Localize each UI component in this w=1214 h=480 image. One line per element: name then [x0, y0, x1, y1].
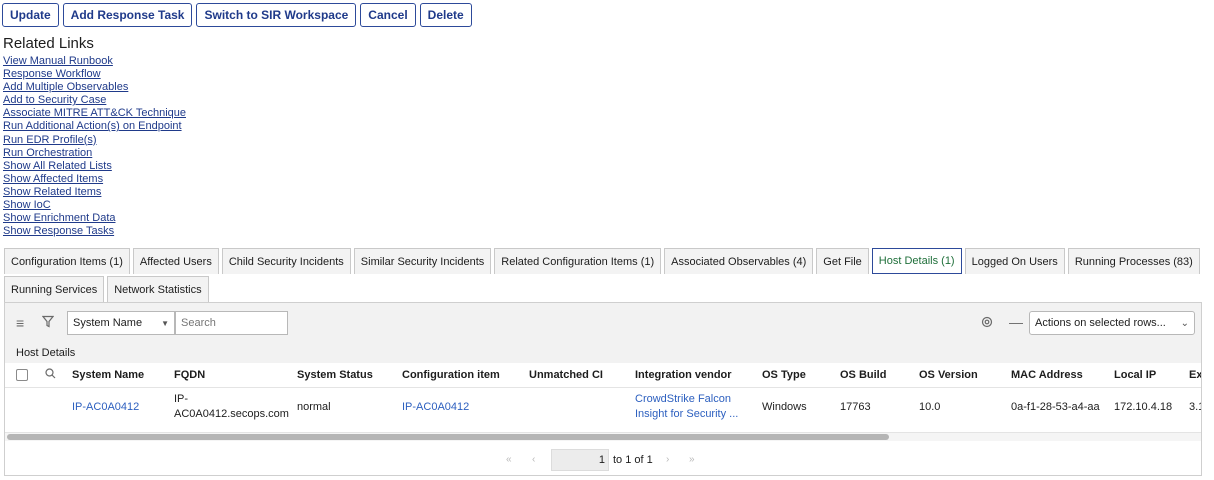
search-field-select-value: System Name	[73, 317, 143, 329]
col-system-name[interactable]: System Name	[72, 369, 144, 381]
tab-configuration-items[interactable]: Configuration Items (1)	[4, 248, 130, 274]
link-show-response-tasks[interactable]: Show Response Tasks	[3, 225, 114, 237]
cell-system-name[interactable]: IP-AC0A0412	[72, 401, 139, 414]
list-toolbar: ≡ System Name ▼ — Actions on selected ro…	[5, 303, 1201, 344]
related-links-list: View Manual Runbook Response Workflow Ad…	[3, 55, 186, 238]
tab-network-statistics[interactable]: Network Statistics	[107, 276, 209, 302]
related-list-tabs-row-1: Configuration Items (1) Affected Users C…	[4, 248, 1200, 274]
scrollbar-thumb[interactable]	[7, 434, 889, 440]
cell-mac-address: 0a-f1-28-53-a4-aa	[1011, 401, 1100, 413]
cancel-button[interactable]: Cancel	[360, 3, 416, 27]
cell-ex-truncated: 3.1	[1189, 401, 1201, 413]
col-unmatched-ci[interactable]: Unmatched CI	[529, 369, 603, 381]
cell-vendor-line2[interactable]: Insight for Security ...	[635, 408, 738, 421]
link-view-manual-runbook[interactable]: View Manual Runbook	[3, 55, 113, 67]
delete-button[interactable]: Delete	[419, 3, 472, 27]
list-section-title: Host Details	[5, 343, 1201, 363]
tab-associated-observables[interactable]: Associated Observables (4)	[664, 248, 814, 274]
tab-logged-on-users[interactable]: Logged On Users	[964, 248, 1065, 274]
link-show-affected-items[interactable]: Show Affected Items	[3, 173, 103, 185]
actions-select-value: Actions on selected rows...	[1035, 317, 1166, 329]
table-row: IP-AC0A0412 IP- AC0A0412.secops.com norm…	[5, 388, 1201, 433]
cell-configuration-item[interactable]: IP-AC0A0412	[402, 401, 469, 414]
chevron-down-icon: ▼	[161, 318, 169, 328]
col-local-ip[interactable]: Local IP	[1114, 369, 1156, 381]
col-os-version[interactable]: OS Version	[919, 369, 978, 381]
link-show-related-items[interactable]: Show Related Items	[3, 186, 101, 198]
related-list-tabs-row-2: Running Services Network Statistics	[4, 276, 209, 302]
first-page-icon[interactable]: «	[506, 454, 512, 465]
tab-affected-users[interactable]: Affected Users	[132, 248, 219, 274]
cell-local-ip: 172.10.4.18	[1114, 401, 1173, 413]
col-mac-address[interactable]: MAC Address	[1011, 369, 1083, 381]
link-response-workflow[interactable]: Response Workflow	[3, 68, 101, 80]
add-response-task-button[interactable]: Add Response Task	[62, 3, 193, 27]
cell-fqdn-line1: IP-	[174, 393, 189, 405]
tab-related-configuration-items[interactable]: Related Configuration Items (1)	[494, 248, 662, 274]
search-input[interactable]	[175, 311, 288, 335]
link-run-additional-actions[interactable]: Run Additional Action(s) on Endpoint	[3, 120, 182, 132]
cell-os-build: 17763	[840, 401, 871, 413]
host-details-list-panel: ≡ System Name ▼ — Actions on selected ro…	[4, 302, 1202, 476]
col-os-type[interactable]: OS Type	[762, 369, 806, 381]
prev-page-icon[interactable]: ‹	[532, 454, 535, 465]
actions-on-selected-rows-select[interactable]: Actions on selected rows... ⌄	[1029, 311, 1195, 335]
tab-similar-security-incidents[interactable]: Similar Security Incidents	[353, 248, 492, 274]
link-run-orchestration[interactable]: Run Orchestration	[3, 147, 92, 159]
page-range-text: to 1 of 1	[613, 454, 653, 466]
link-show-ioc[interactable]: Show IoC	[3, 199, 51, 211]
link-associate-mitre-technique[interactable]: Associate MITRE ATT&CK Technique	[3, 107, 186, 119]
cell-vendor-line1[interactable]: CrowdStrike Falcon	[635, 393, 731, 406]
last-page-icon[interactable]: »	[689, 454, 695, 465]
horizontal-scrollbar[interactable]	[5, 433, 1201, 441]
col-fqdn[interactable]: FQDN	[174, 369, 205, 381]
collapse-icon[interactable]: —	[1009, 315, 1023, 329]
form-action-toolbar: Update Add Response Task Switch to SIR W…	[2, 3, 472, 27]
cell-os-version: 10.0	[919, 401, 941, 413]
search-field-select[interactable]: System Name ▼	[67, 311, 175, 335]
col-ex-truncated[interactable]: Ex	[1189, 369, 1201, 381]
update-button[interactable]: Update	[2, 3, 59, 27]
gear-icon[interactable]	[981, 316, 993, 331]
switch-to-sir-workspace-button[interactable]: Switch to SIR Workspace	[196, 3, 357, 27]
col-os-build[interactable]: OS Build	[840, 369, 886, 381]
tab-host-details[interactable]: Host Details (1)	[871, 248, 962, 274]
cell-system-status: normal	[297, 401, 331, 413]
link-run-edr-profiles[interactable]: Run EDR Profile(s)	[3, 134, 97, 146]
next-page-icon[interactable]: ›	[666, 454, 669, 465]
tab-child-security-incidents[interactable]: Child Security Incidents	[221, 248, 351, 274]
col-integration-vendor[interactable]: Integration vendor	[635, 369, 732, 381]
list-menu-icon[interactable]: ≡	[16, 316, 24, 330]
tab-get-file[interactable]: Get File	[816, 248, 869, 274]
cell-os-type: Windows	[762, 401, 807, 413]
select-all-checkbox[interactable]	[16, 369, 28, 381]
chevron-down-icon: ⌄	[1180, 317, 1189, 329]
tab-running-processes[interactable]: Running Processes (83)	[1067, 248, 1200, 274]
table-header-row: System Name FQDN System Status Configura…	[5, 363, 1201, 388]
col-configuration-item[interactable]: Configuration item	[402, 369, 500, 381]
page-number-input[interactable]: 1	[551, 449, 609, 471]
link-show-enrichment-data[interactable]: Show Enrichment Data	[3, 212, 116, 224]
link-add-multiple-observables[interactable]: Add Multiple Observables	[3, 81, 128, 93]
related-links-title: Related Links	[3, 35, 94, 52]
cell-fqdn-line2: AC0A0412.secops.com	[174, 408, 289, 420]
pagination: « ‹ 1 to 1 of 1 › »	[5, 449, 1201, 471]
col-system-status[interactable]: System Status	[297, 369, 373, 381]
tab-running-services[interactable]: Running Services	[4, 276, 105, 302]
column-search-icon[interactable]	[45, 368, 56, 382]
link-add-to-security-case[interactable]: Add to Security Case	[3, 94, 106, 106]
filter-icon[interactable]	[41, 315, 55, 330]
link-show-all-related-lists[interactable]: Show All Related Lists	[3, 160, 112, 172]
